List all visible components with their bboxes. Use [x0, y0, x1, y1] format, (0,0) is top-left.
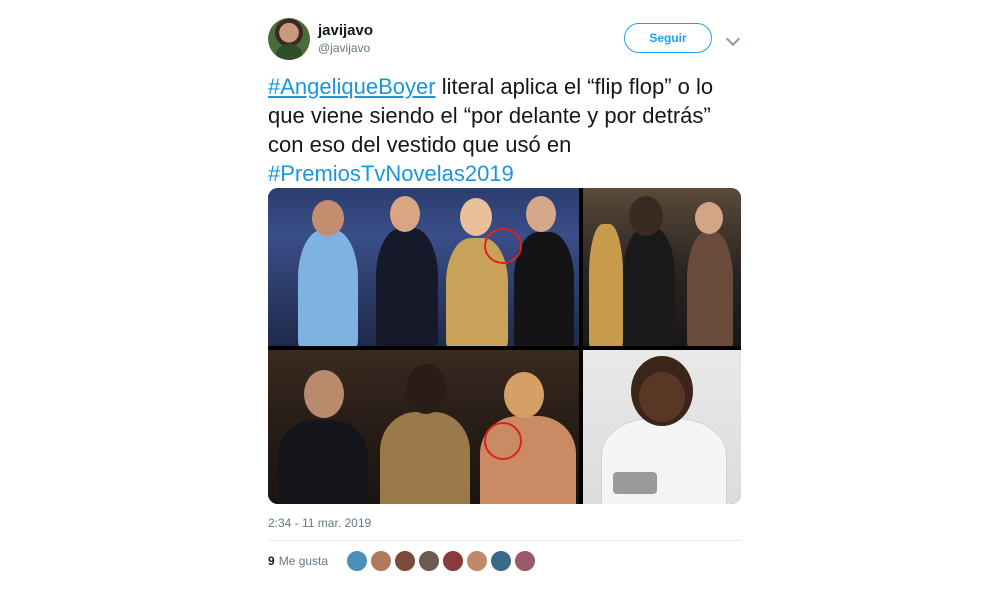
avatar[interactable] — [268, 18, 310, 60]
avatar[interactable] — [370, 550, 392, 572]
media-grid — [268, 188, 741, 504]
user-handle[interactable]: @javijavo — [318, 41, 370, 55]
avatar[interactable] — [442, 550, 464, 572]
follow-button[interactable]: Seguir — [624, 23, 712, 53]
highlight-circle — [484, 228, 522, 264]
media-photo[interactable] — [268, 350, 579, 504]
media-photo[interactable] — [268, 188, 579, 346]
tweet-text: #AngeliqueBoyer literal aplica el “flip … — [268, 72, 738, 188]
media-photo[interactable] — [583, 188, 741, 346]
divider — [268, 540, 741, 541]
highlight-circle — [484, 422, 522, 460]
media-photo[interactable] — [583, 350, 741, 504]
likes-label: Me gusta — [278, 554, 329, 568]
likes-summary[interactable]: 9 Me gusta — [268, 554, 328, 568]
tweet-timestamp[interactable]: 2:34 - 11 mar. 2019 — [268, 516, 371, 530]
hashtag-link[interactable]: #PremiosTvNovelas2019 — [268, 161, 514, 186]
display-name[interactable]: javijavo — [318, 22, 373, 39]
avatar[interactable] — [514, 550, 536, 572]
likes-count: 9 — [268, 554, 275, 568]
avatar[interactable] — [490, 550, 512, 572]
avatar[interactable] — [466, 550, 488, 572]
hashtag-link[interactable]: #AngeliqueBoyer — [268, 74, 436, 99]
avatar[interactable] — [346, 550, 368, 572]
chevron-down-icon[interactable] — [725, 31, 741, 47]
avatar[interactable] — [418, 550, 440, 572]
tweet-card: javijavo @javijavo Seguir #AngeliqueBoye… — [240, 8, 760, 590]
avatar[interactable] — [394, 550, 416, 572]
